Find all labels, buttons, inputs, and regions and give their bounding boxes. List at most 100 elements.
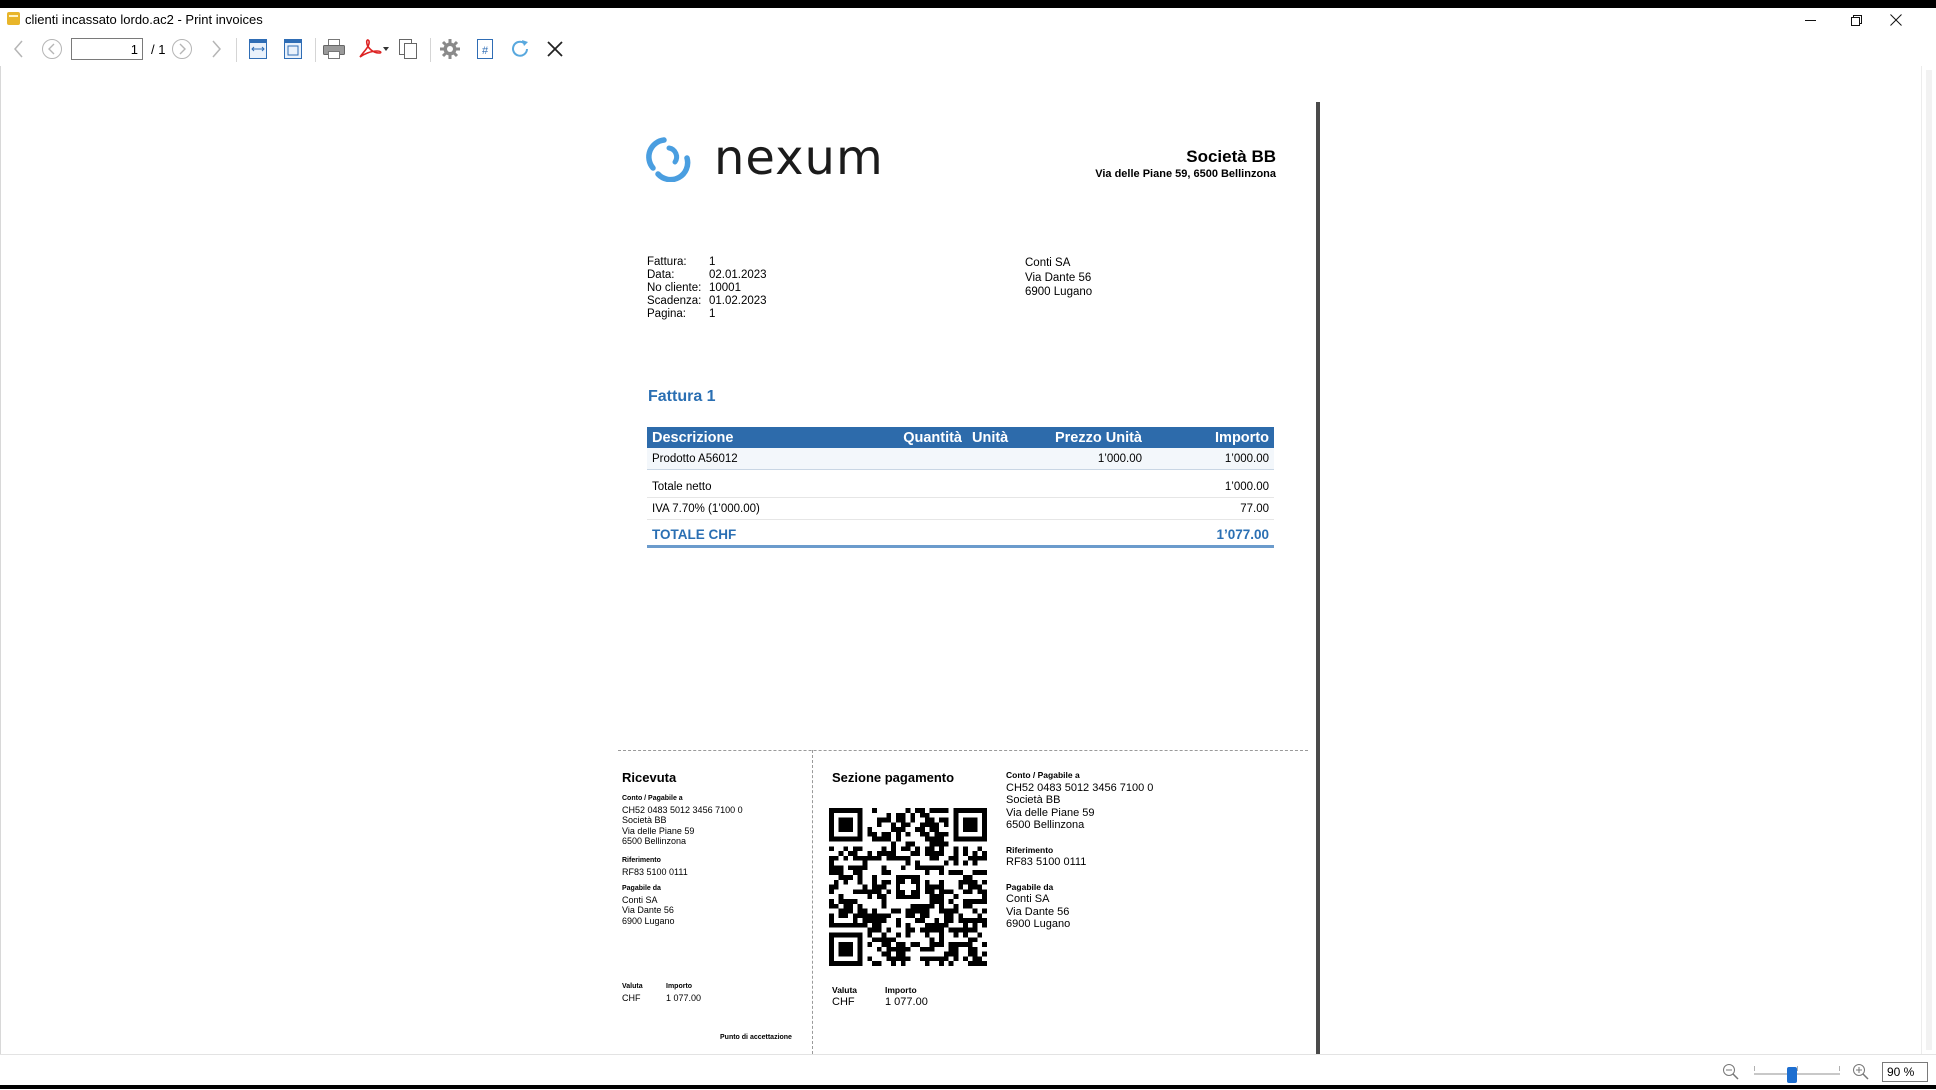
meta-label: Fattura: — [647, 256, 687, 268]
receipt-heading: Pagabile da — [622, 885, 661, 892]
zoom-in-button[interactable] — [1852, 1063, 1870, 1086]
app-icon — [7, 12, 20, 25]
back-button[interactable] — [8, 37, 30, 61]
pdf-export-button[interactable] — [356, 37, 390, 61]
column-header: Importo — [1147, 427, 1274, 448]
settings-icon — [440, 39, 460, 59]
close-preview-button[interactable] — [543, 37, 567, 61]
toolbar-separator — [315, 38, 316, 62]
fit-page-button[interactable] — [280, 37, 306, 61]
logo-text: nexum — [714, 130, 884, 186]
recipient-address: Conti SA Via Dante 56 6900 Lugano — [1025, 256, 1092, 300]
meta-value: 01.02.2023 — [709, 295, 767, 307]
payment-line: Conti SA — [1006, 893, 1050, 905]
vat-value: 77.00 — [1147, 497, 1274, 520]
zoom-slider-track[interactable] — [1754, 1073, 1840, 1075]
slip-cut-line — [618, 750, 1308, 751]
minimize-icon — [1804, 19, 1816, 21]
toolbar-separator — [236, 38, 237, 62]
item-price: 1’000.00 — [1017, 448, 1147, 470]
zoom-out-button[interactable] — [1722, 1063, 1740, 1086]
meta-row: Data: 02.01.2023 — [647, 269, 767, 282]
receipt-currency: Valuta CHF — [622, 982, 643, 1003]
receipt-line: 6900 Lugano — [622, 915, 675, 926]
vat-row: IVA 7.70% (1’000.00) 77.00 — [647, 497, 1274, 520]
receipt-line: Società BB — [622, 815, 667, 825]
company-header: Società BB Via delle Piane 59, 6500 Bell… — [1095, 147, 1276, 180]
grand-total-label: TOTALE CHF — [647, 519, 1147, 548]
vat-label: IVA 7.70% (1’000.00) — [647, 497, 1147, 520]
column-header: Descrizione — [647, 427, 877, 448]
item-amount: 1’000.00 — [1147, 448, 1274, 470]
column-header: Unità — [967, 427, 1017, 448]
payment-line: RF83 5100 0111 — [1006, 856, 1087, 868]
fit-page-icon — [284, 39, 302, 59]
payment-heading: Conto / Pagabile a — [1006, 770, 1080, 780]
meta-label: Scadenza: — [647, 295, 702, 307]
nexum-logo-icon — [646, 137, 691, 182]
screen-top-edge — [0, 0, 1936, 8]
pdf-export-icon — [359, 39, 389, 58]
meta-row: Scadenza: 01.02.2023 — [647, 295, 767, 308]
net-total-value: 1’000.00 — [1147, 476, 1274, 498]
toolbar-separator — [430, 38, 431, 62]
item-quantity — [877, 448, 967, 470]
copy-pages-button[interactable] — [395, 37, 421, 61]
acceptance-point: Punto di accettazione — [720, 1034, 792, 1041]
recipient-line: Via Dante 56 — [1025, 271, 1092, 284]
company-name: Società BB — [1186, 147, 1276, 166]
forward-button[interactable] — [206, 37, 226, 61]
meta-value: 02.01.2023 — [709, 269, 767, 281]
payment-heading: Importo — [885, 985, 917, 995]
minimize-button[interactable] — [1787, 9, 1833, 31]
net-total-label: Totale netto — [647, 476, 1147, 498]
receipt-line: Conti SA — [622, 894, 658, 905]
window-title: clienti incassato lordo.ac2 - Print invo… — [25, 12, 263, 27]
print-icon — [323, 39, 345, 59]
fit-width-icon — [249, 39, 267, 59]
slider-tick — [1797, 1066, 1798, 1071]
receipt-line: RF83 5100 0111 — [622, 866, 688, 877]
settings-button[interactable] — [437, 37, 463, 61]
qr-code — [829, 808, 987, 966]
payment-line: 6500 Bellinzona — [1006, 819, 1085, 831]
receipt-heading: Riferimento — [622, 857, 661, 864]
receipt-title: Ricevuta — [622, 770, 677, 785]
next-page-button[interactable] — [170, 37, 194, 61]
toolbar: / 1 # — [0, 33, 1936, 67]
zoom-value-input[interactable]: 90 % — [1882, 1062, 1928, 1082]
fit-width-button[interactable] — [245, 37, 271, 61]
prev-page-icon — [42, 39, 62, 59]
payment-line: 6900 Lugano — [1006, 918, 1071, 930]
payment-amount: Importo 1 077.00 — [885, 984, 928, 1008]
meta-row: Pagina: 1 — [647, 308, 767, 321]
net-total-row: Totale netto 1’000.00 — [647, 476, 1274, 498]
screen-bottom-edge — [0, 1085, 1936, 1089]
page-number-input[interactable] — [71, 38, 143, 60]
item-unit — [967, 448, 1017, 470]
refresh-button[interactable] — [507, 37, 533, 61]
receipt-line: CH52 0483 5012 3456 7100 0 — [622, 804, 743, 815]
page-number-button[interactable]: # — [473, 37, 497, 61]
table-row: Prodotto A56012 1’000.00 1’000.00 — [647, 448, 1274, 470]
scrollbar-thumb[interactable] — [1926, 70, 1932, 1050]
receipt-heading: Conto / Pagabile a — [622, 795, 683, 802]
vertical-scrollbar[interactable] — [1921, 66, 1936, 1054]
receipt-account: Conto / Pagabile a CH52 0483 5012 3456 7… — [622, 794, 743, 847]
prev-page-button[interactable] — [40, 37, 64, 61]
print-button[interactable] — [321, 37, 347, 61]
zoom-slider-thumb[interactable] — [1787, 1067, 1797, 1083]
slider-tick — [1839, 1066, 1840, 1071]
close-icon — [547, 41, 563, 57]
back-icon — [14, 40, 23, 58]
window-close-button[interactable] — [1873, 9, 1919, 31]
meta-label: Data: — [647, 269, 675, 281]
title-bar: clienti incassato lordo.ac2 - Print invo… — [0, 8, 1936, 33]
receipt-line: CHF — [622, 992, 641, 1003]
svg-text:#: # — [482, 45, 489, 57]
receipt-line: Via Dante 56 — [622, 905, 674, 915]
recipient-line: Conti SA — [1025, 257, 1071, 269]
copy-pages-icon — [399, 39, 417, 59]
restore-icon — [1850, 14, 1862, 26]
grand-total-row: TOTALE CHF 1’077.00 — [647, 519, 1274, 548]
